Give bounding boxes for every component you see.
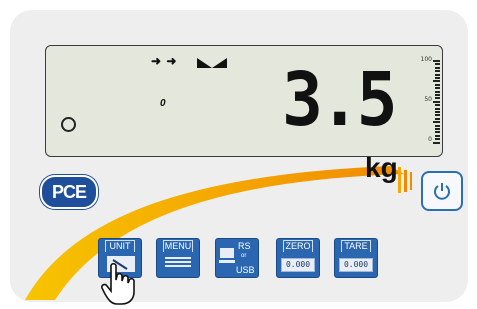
scale-tick	[435, 87, 440, 90]
scale-tick	[435, 138, 440, 141]
tare-key-label: TARE	[344, 241, 368, 251]
scale-tick	[433, 80, 440, 83]
unit-label: kg	[365, 152, 398, 183]
power-button[interactable]	[421, 171, 463, 211]
zero-key-screen: 0.000	[281, 258, 315, 272]
tare-key-screen: 0.000	[339, 258, 373, 272]
pointer-hand-icon	[101, 262, 135, 305]
usb-label: USB	[236, 265, 255, 275]
scale-tick	[435, 70, 440, 73]
scale-tick	[435, 107, 440, 110]
rs-label: RS	[238, 241, 251, 251]
scale-tick	[435, 83, 440, 86]
or-label: or	[241, 253, 247, 259]
scale-label-100: 100	[420, 56, 432, 63]
scale-tick	[435, 111, 440, 113]
zero-label: 0	[160, 98, 166, 109]
scale-tick	[435, 97, 440, 100]
rs-usb-key[interactable]: RS or USB	[215, 238, 259, 278]
scale-tick	[435, 90, 440, 93]
scale-tick	[435, 63, 440, 66]
scale-tick	[435, 77, 440, 79]
pc-connection-icon	[220, 248, 234, 258]
direction-arrows: ➜ ➜	[151, 54, 178, 68]
stable-indicator-icon	[197, 58, 227, 68]
scale-label-0: 0	[428, 136, 432, 143]
scale-tick	[433, 121, 440, 124]
scale-tick	[435, 131, 440, 134]
zero-key[interactable]: ZERO 0.000	[276, 238, 320, 278]
lcd-display: ➜ ➜ 0 3.5 100 50 0	[45, 45, 443, 157]
weight-reading: 3.5	[282, 57, 398, 143]
scale-tick	[435, 117, 440, 120]
menu-key[interactable]: MENU	[156, 238, 200, 278]
menu-key-label: MENU	[164, 241, 192, 251]
scale-tick	[433, 141, 440, 144]
unit-key-label: UNIT	[109, 241, 131, 251]
scale-tick	[433, 60, 440, 62]
zero-key-label: ZERO	[285, 241, 311, 251]
scale-tick	[433, 100, 440, 103]
stability-circle-icon	[61, 117, 76, 132]
scale-tick	[435, 134, 440, 137]
scale-tick	[435, 104, 440, 107]
scale-tick	[435, 114, 440, 117]
tare-key[interactable]: TARE 0.000	[334, 238, 378, 278]
scale-tick	[435, 66, 440, 69]
menu-list-icon	[165, 257, 191, 271]
scale-tick	[435, 94, 440, 96]
scale-tick	[435, 128, 440, 130]
scale-tick	[435, 73, 440, 76]
pce-logo: PCE	[40, 175, 98, 209]
power-icon	[434, 183, 450, 200]
scale-label-50: 50	[424, 96, 432, 103]
scale-tick	[435, 124, 440, 127]
bargraph-scale: 100 50 0	[418, 56, 440, 146]
